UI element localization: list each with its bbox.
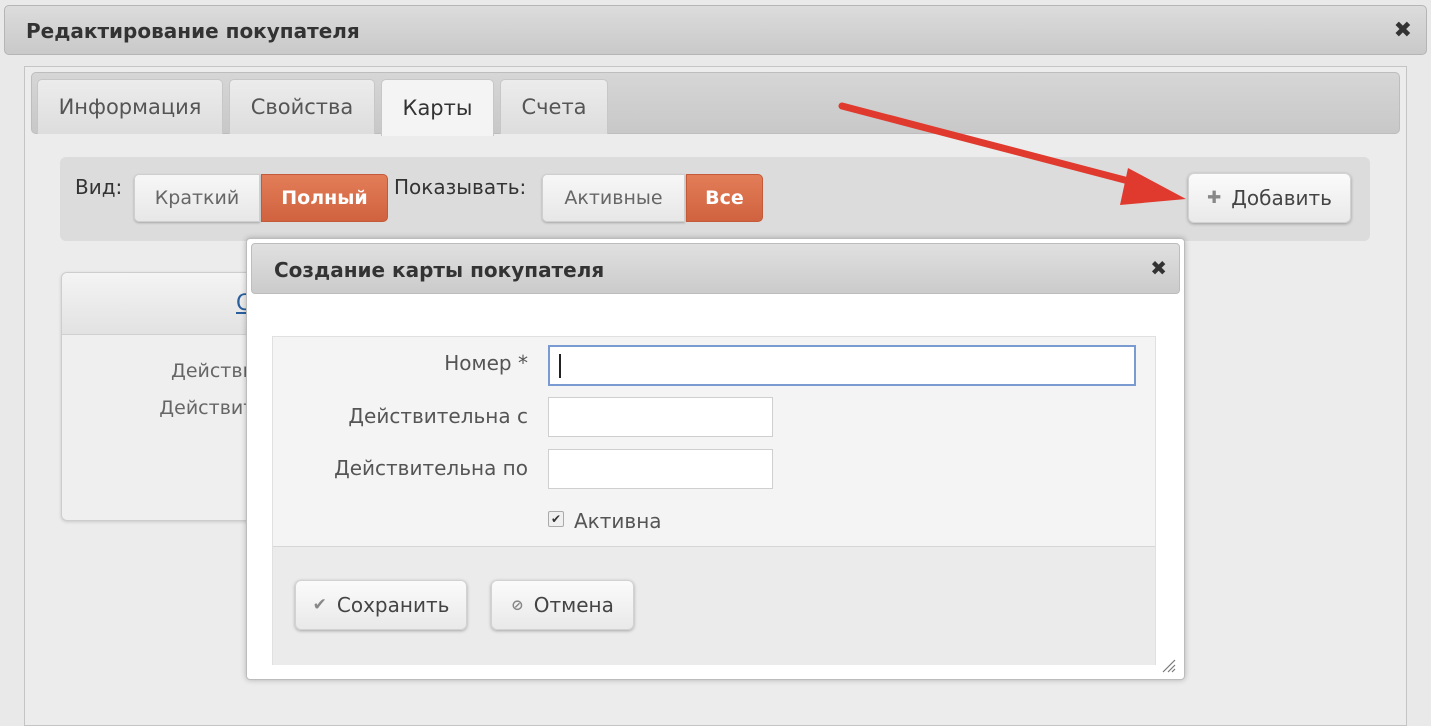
tab-information[interactable]: Информация [37,79,223,134]
view-label: Вид: [75,175,123,199]
number-label: Номер * [444,351,528,375]
show-label: Показывать: [394,175,527,199]
create-card-modal: Создание карты покупателя ✖ Номер * Дейс… [246,238,1185,680]
modal-title: Создание карты покупателя [274,258,605,282]
show-active-button[interactable]: Активные [542,174,685,222]
view-brief-button[interactable]: Краткий [134,174,260,222]
modal-close-icon[interactable]: ✖ [1150,258,1167,278]
add-card-button[interactable]: ✚ Добавить [1188,173,1351,223]
cancel-icon: ⊘ [511,596,524,614]
tab-cards[interactable]: Карты [381,79,494,136]
save-button[interactable]: ✔ Сохранить [295,580,467,630]
outer-close-icon[interactable]: ✖ [1394,20,1412,42]
view-full-button[interactable]: Полный [261,174,388,222]
modal-titlebar: Создание карты покупателя ✖ [251,243,1180,294]
text-caret [559,354,561,378]
modal-form: Номер * Действительна с Действительна по… [272,336,1156,665]
customer-card: С Действит Действите [61,272,261,521]
customer-card-header [62,273,260,335]
valid-to-input[interactable] [548,449,773,489]
tab-invoices[interactable]: Счета [500,79,608,134]
modal-footer: ✔ Сохранить ⊘ Отмена [273,546,1155,665]
valid-from-label: Действительна с [348,404,528,428]
tab-properties[interactable]: Свойства [229,79,375,134]
outer-dialog-titlebar: Редактирование покупателя ✖ [4,5,1427,55]
valid-from-input[interactable] [548,397,773,437]
check-icon: ✔ [312,595,327,615]
cancel-button[interactable]: ⊘ Отмена [491,580,634,630]
resize-grip-icon[interactable] [1160,657,1176,673]
active-checkbox[interactable]: ✔ [548,511,564,527]
save-button-label: Сохранить [336,593,450,617]
outer-dialog-title: Редактирование покупателя [26,19,360,43]
add-card-button-label: Добавить [1231,186,1332,210]
cancel-button-label: Отмена [533,593,614,617]
checkmark-icon: ✔ [550,512,562,526]
plus-icon: ✚ [1207,188,1222,208]
active-checkbox-label: Активна [574,509,662,533]
valid-to-label: Действительна по [334,456,528,480]
show-all-button[interactable]: Все [686,174,763,222]
number-input[interactable] [548,345,1136,386]
